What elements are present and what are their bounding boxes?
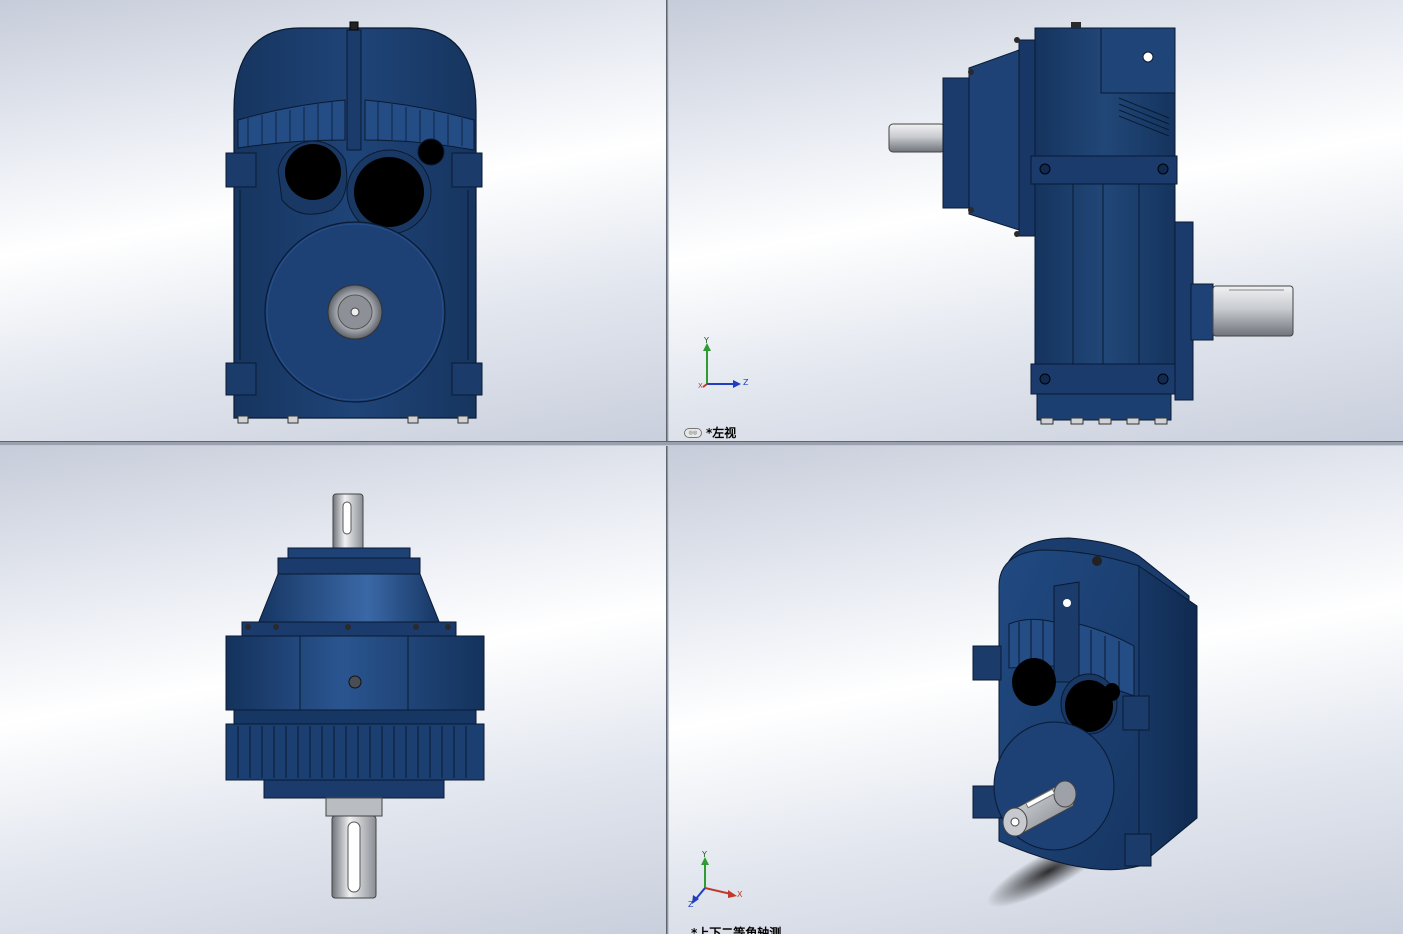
front-view-model [225, 21, 483, 424]
triad-y-label: Y [704, 336, 709, 345]
triad-z-label: Z [743, 378, 749, 387]
view-name-label: ◎◎ *左视 [684, 424, 736, 441]
view-orientation-icon[interactable]: ◎◎ [684, 427, 702, 438]
view-name-text-iso: *上下二等角轴测 [691, 926, 782, 934]
top-view-model [225, 493, 485, 899]
viewport-left[interactable]: Y Z X ◎◎ *左视 [669, 0, 1403, 441]
viewport-top[interactable] [0, 446, 666, 934]
triad-z-label-iso: Z [688, 900, 694, 909]
triad-x-label: X [698, 382, 703, 390]
viewport-front[interactable] [0, 0, 666, 441]
viewport-horizontal-splitter[interactable] [0, 441, 1403, 446]
left-view-model [888, 22, 1294, 425]
triad-x-label-iso: X [737, 890, 743, 899]
triad-y-label-iso: Y [702, 850, 707, 859]
viewport-isometric[interactable]: Y X Z *上下二等角轴测 [669, 446, 1403, 934]
view-name-label-iso: *上下二等角轴测 [691, 924, 781, 934]
view-name-text: *左视 [706, 426, 737, 440]
viewport-vertical-splitter[interactable] [666, 0, 669, 934]
isometric-view-model [972, 537, 1198, 908]
